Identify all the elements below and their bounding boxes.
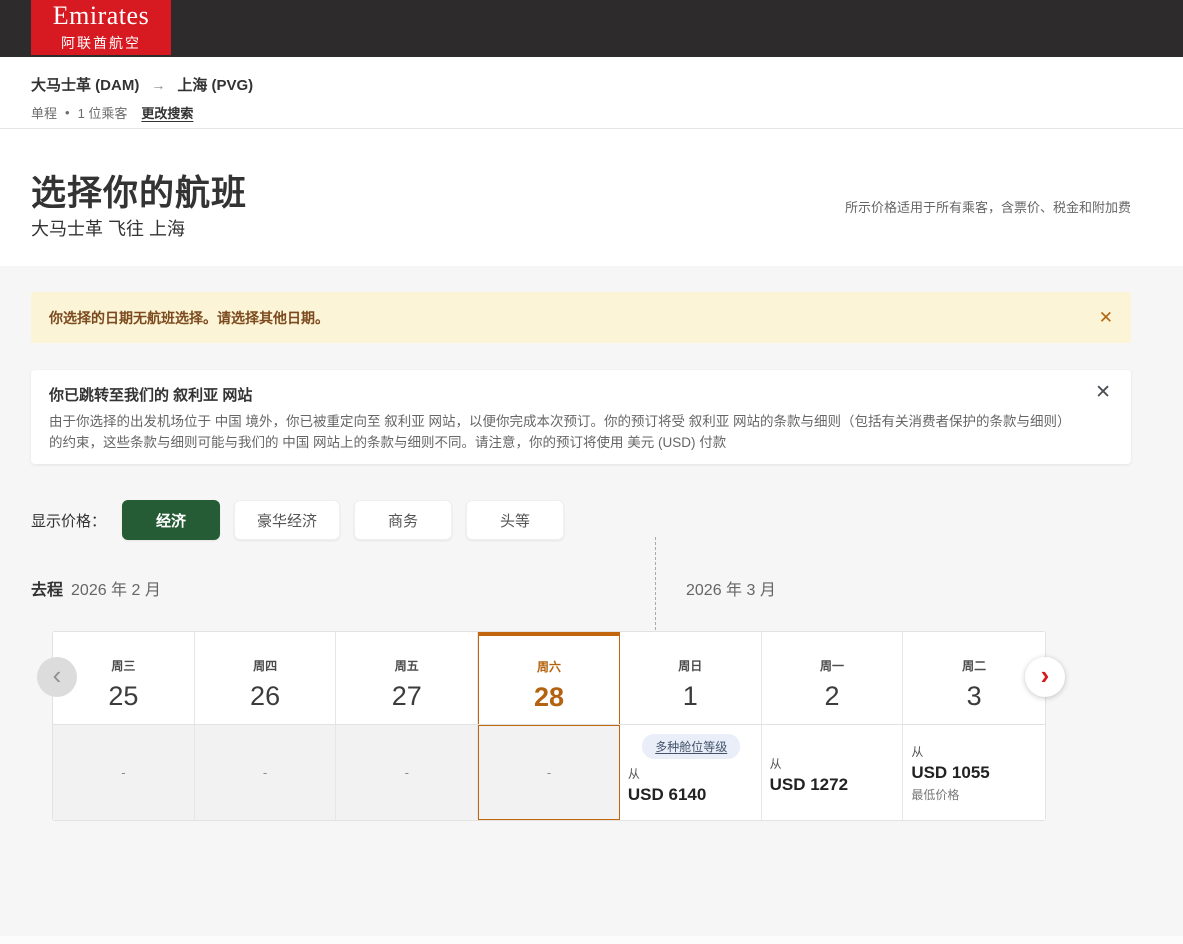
emirates-logo[interactable]: Emirates 阿联酋航空 — [31, 0, 171, 55]
results-section — [0, 266, 1183, 944]
next-month-label: 2026 年 3 月 — [686, 582, 776, 599]
alert-message: 你选择的日期无航班选择。请选择其他日期。 — [49, 309, 329, 326]
month-left-label: 2026 年 2 月 — [71, 582, 161, 599]
outbound-month-label: 去程 2026 年 2 月 — [31, 576, 161, 600]
weekday-label: 周三 — [111, 659, 136, 673]
price-cell-1[interactable]: 多种舱位等级从 USD 6140 — [619, 725, 762, 820]
date-number: 1 — [682, 681, 698, 711]
cabin-tab-3[interactable]: 头等 — [466, 500, 565, 540]
fare-price: USD 1272 — [769, 775, 849, 794]
date-number: 2 — [824, 681, 840, 711]
from-label: 从 — [911, 745, 924, 759]
price-cell-26: - — [194, 725, 337, 820]
page-subtitle: 大马士革 飞往 上海 — [31, 219, 186, 239]
date-number: 3 — [966, 681, 982, 711]
chevron-left-icon: ‹ — [52, 660, 62, 690]
origin-airport: 大马士革 (DAM) — [31, 77, 140, 94]
site-redirect-notice: 你已跳转至我们的 叙利亚 网站 由于你选择的出发机场位于 中国 境外，你已被重定… — [31, 370, 1131, 464]
fare-calendar: 周三 25 周四 26 周五 27 周六 28 周日 1 周一 2 周二 3 - - - - 多种舱位等级从 USD… — [52, 631, 1046, 821]
date-cell-1[interactable]: 周日 1 — [619, 632, 762, 724]
cabin-tab-1[interactable]: 豪华经济 — [234, 500, 341, 540]
weekday-label: 周六 — [537, 660, 562, 674]
emirates-logo-chinese: 阿联酋航空 — [61, 34, 141, 51]
date-cell-3[interactable]: 周二 3 — [903, 632, 1046, 724]
direction-label: 去程 — [31, 582, 64, 599]
trip-type-label: 单程 — [31, 106, 58, 121]
calendar-date-row: 周三 25 周四 26 周五 27 周六 28 周日 1 周一 2 周二 3 — [53, 632, 1046, 724]
alert-close-icon[interactable]: ✕ — [1099, 309, 1113, 326]
date-number: 28 — [533, 682, 565, 712]
flight-search-page: Emirates 阿联酋航空 大马士革 (DAM) → 上海 (PVG) 单程 … — [0, 0, 1183, 944]
cabin-filter-label: 显示价格： — [31, 512, 107, 530]
weekday-label: 周四 — [253, 659, 278, 673]
destination-airport: 上海 (PVG) — [177, 77, 254, 94]
date-cell-28[interactable]: 周六 28 — [478, 632, 620, 724]
multi-cabin-badge[interactable]: 多种舱位等级 — [642, 734, 741, 759]
lowest-price-label: 最低价格 — [911, 788, 960, 802]
price-cell-25: - — [53, 725, 195, 820]
notice-title: 你已跳转至我们的 叙利亚 网站 — [49, 387, 253, 404]
notice-close-icon[interactable]: ✕ — [1095, 383, 1111, 402]
no-flights-alert: 你选择的日期无航班选择。请选择其他日期。 ✕ — [31, 292, 1131, 343]
weekday-label: 周一 — [819, 659, 844, 673]
price-cell-2[interactable]: 从 USD 1272 — [761, 725, 904, 820]
chevron-right-icon: › — [1040, 660, 1050, 690]
from-label: 从 — [769, 757, 782, 771]
weekday-label: 周二 — [962, 659, 987, 673]
calendar-next-button[interactable]: › — [1025, 657, 1065, 697]
route-summary-bar: 大马士革 (DAM) → 上海 (PVG) 单程 • 1 位乘客 更改搜索 — [0, 57, 1183, 129]
weekday-label: 周日 — [678, 659, 703, 673]
change-search-link[interactable]: 更改搜索 — [141, 103, 193, 122]
passenger-count-label: 1 位乘客 — [77, 106, 128, 121]
cabin-tab-0[interactable]: 经济 — [122, 500, 221, 540]
cabin-options: 经济 豪华经济 商务 头等 — [122, 500, 565, 540]
page-title: 选择你的航班 — [31, 174, 248, 213]
date-number: 26 — [250, 681, 281, 711]
bottom-strip — [0, 936, 1183, 944]
fare-price: USD 6140 — [627, 785, 707, 804]
price-cell-3[interactable]: 从 USD 1055 最低价格 — [903, 725, 1046, 820]
price-cell-28: - — [478, 725, 620, 820]
price-cell-27: - — [336, 725, 479, 820]
date-number: 27 — [391, 681, 422, 711]
title-section: 选择你的航班 大马士革 飞往 上海 所示价格适用于所有乘客，含票价、税金和附加费 — [0, 129, 1183, 266]
route-arrow-icon: → — [151, 76, 166, 93]
date-number: 25 — [108, 681, 139, 711]
date-cell-26[interactable]: 周四 26 — [194, 632, 337, 724]
bullet-separator: • — [65, 105, 70, 120]
weekday-label: 周五 — [394, 659, 419, 673]
date-cell-2[interactable]: 周一 2 — [761, 632, 904, 724]
top-nav-bar — [0, 0, 1183, 57]
cabin-filter: 显示价格： 经济 豪华经济 商务 头等 — [31, 500, 565, 540]
fare-price: USD 1055 — [911, 763, 990, 782]
from-label: 从 — [627, 767, 640, 781]
trip-meta: 单程 • 1 位乘客 更改搜索 — [31, 103, 193, 122]
notice-body: 由于你选择的出发机场位于 中国 境外，你已被重定向至 叙利亚 网站，以便你完成本… — [49, 414, 1071, 450]
month-divider — [655, 537, 656, 630]
calendar-prev-button[interactable]: ‹ — [37, 657, 77, 697]
emirates-logo-wordmark: Emirates — [52, 0, 150, 30]
calendar-price-row: - - - - 多种舱位等级从 USD 6140 从 USD 1272 从 USD 1055 最低价… — [53, 724, 1046, 820]
date-cell-27[interactable]: 周五 27 — [336, 632, 479, 724]
cabin-tab-2[interactable]: 商务 — [354, 500, 453, 540]
price-note: 所示价格适用于所有乘客，含票价、税金和附加费 — [844, 200, 1131, 215]
breadcrumb: 大马士革 (DAM) → 上海 (PVG) — [31, 74, 253, 95]
